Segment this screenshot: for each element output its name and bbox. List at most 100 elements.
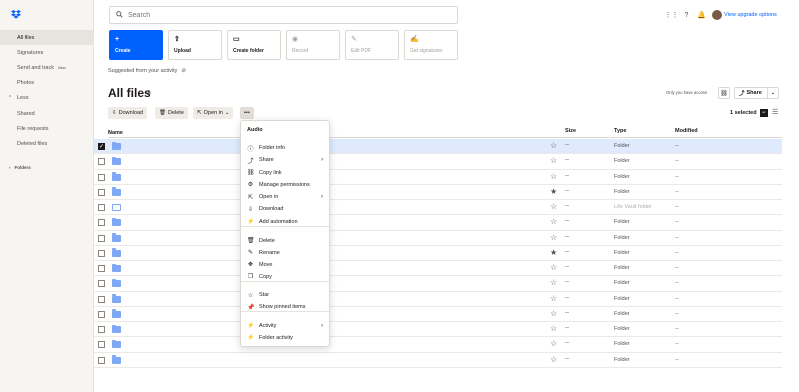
row-checkbox[interactable] (98, 234, 105, 242)
star-icon[interactable]: ☆ (550, 172, 557, 181)
table-row[interactable]: ☆ -- Folder -- (94, 307, 782, 322)
sidebar-item-all-files[interactable]: All files (0, 30, 94, 46)
table-row[interactable]: ☆ -- Folder -- (94, 276, 782, 292)
search-bar[interactable] (109, 6, 458, 24)
row-checkbox[interactable] (98, 204, 105, 211)
row-checkbox[interactable] (98, 158, 105, 166)
dropbox-logo-icon[interactable] (11, 10, 21, 19)
app-grid-icon[interactable]: ⋮⋮ (665, 11, 679, 20)
chevron-down-icon[interactable]: ⌄ (768, 90, 778, 96)
star-icon[interactable]: ☆ (550, 278, 557, 287)
sidebar-item-file-requests[interactable]: File requests (0, 121, 94, 136)
star-icon[interactable]: ☆ (550, 339, 557, 348)
menu-item-folder-activity[interactable]: ⚡ Folder activity (241, 332, 331, 343)
star-icon[interactable]: ☆ (550, 309, 557, 318)
search-input[interactable] (128, 11, 428, 19)
sidebar-item-signatures[interactable]: Signatures (0, 45, 94, 60)
share-main[interactable]: ⤴ Share (735, 88, 768, 98)
table-row[interactable]: ★ -- Folder -- (94, 246, 782, 261)
list-view-icon[interactable]: ☰ (772, 108, 778, 116)
menu-item-open-in[interactable]: ⇱ Open in › (241, 192, 331, 203)
suggested-toggle[interactable]: Suggested from your activity ⊘ (108, 68, 186, 74)
star-icon[interactable]: ☆ (550, 324, 557, 333)
download-button[interactable]: ⇩ Download (108, 107, 148, 119)
menu-item-download[interactable]: ⇩ Download (241, 204, 331, 215)
avatar[interactable] (712, 10, 722, 20)
sidebar-item-shared[interactable]: Shared (0, 106, 94, 121)
row-checkbox[interactable] (98, 356, 105, 364)
table-row[interactable]: ☆ -- Folder -- (94, 353, 782, 368)
star-icon[interactable]: ☆ (550, 294, 557, 303)
eye-slash-icon[interactable]: ⊘ (181, 68, 186, 74)
deselect-button[interactable]: − (759, 109, 768, 117)
star-icon[interactable]: ☆ (550, 263, 557, 272)
row-checkbox[interactable] (98, 265, 105, 272)
create-folder-tile[interactable]: ▭ Create folder (227, 30, 281, 60)
star-icon[interactable]: ★ (550, 248, 557, 257)
star-icon[interactable]: ☆ (550, 355, 557, 364)
delete-button[interactable]: 🗑 Delete (155, 107, 188, 119)
row-checkbox[interactable] (98, 249, 105, 257)
menu-item-copy-link[interactable]: ⛓ Copy link (241, 167, 331, 178)
table-row[interactable]: ☆ -- Folder -- (94, 154, 782, 170)
copy-link-button[interactable]: ⛓ (718, 87, 730, 99)
row-checkbox[interactable] (98, 173, 105, 181)
menu-item-star[interactable]: ☆ Star (241, 290, 331, 301)
table-row[interactable]: ☆ -- Folder -- (94, 322, 782, 338)
menu-item-manage-permissions[interactable]: ⚙ Manage permissions (241, 179, 331, 190)
star-icon[interactable]: ☆ (550, 156, 557, 165)
sidebar-item-less[interactable]: ^ Less (0, 91, 94, 106)
table-row[interactable]: ☆ -- Folder -- (94, 231, 782, 246)
get-signatures-tile[interactable]: ✍ Get signatures (404, 30, 458, 60)
row-modified: -- (675, 280, 679, 287)
table-row[interactable]: ✓ ☆ -- Folder -- (94, 139, 782, 155)
row-checkbox[interactable] (98, 219, 105, 227)
table-row[interactable]: ★ -- Folder -- (94, 185, 782, 200)
record-tile[interactable]: ◉ Record (286, 30, 340, 60)
menu-item-move[interactable]: ✥ Move (241, 259, 331, 270)
table-row[interactable]: ☆ -- Life Vault folder -- (94, 200, 782, 216)
star-icon[interactable]: ☆ (550, 141, 557, 150)
upload-tile[interactable]: ⇧ Upload (168, 30, 222, 60)
more-actions-button[interactable]: ••• (240, 107, 254, 119)
sidebar-item-send-and-track[interactable]: Send and track New (0, 60, 94, 75)
context-menu: Audio ⓘ Folder info ⤴ Share › ⛓ Copy link ⚙ Mana… (240, 120, 331, 347)
row-checkbox[interactable]: ✓ (98, 143, 105, 150)
table-row[interactable]: ☆ -- Folder -- (94, 292, 782, 307)
create-tile[interactable]: + Create (109, 30, 163, 60)
menu-item-activity[interactable]: ⚡ Activity › (241, 320, 331, 331)
star-icon[interactable]: ☆ (550, 233, 557, 242)
share-button[interactable]: ⤴ Share ⌄ (734, 87, 779, 99)
row-checkbox[interactable] (98, 295, 105, 303)
row-checkbox[interactable] (98, 326, 105, 333)
menu-item-rename[interactable]: ✎ Rename (241, 247, 331, 258)
row-checkbox[interactable] (98, 341, 105, 349)
star-icon[interactable]: ☆ (550, 217, 557, 226)
open-in-button[interactable]: ⇱ Open in ⌄ (193, 107, 234, 119)
sidebar-item-photos[interactable]: Photos (0, 76, 94, 91)
folders-section-toggle[interactable]: › Folders (9, 165, 31, 170)
table-row[interactable]: ☆ -- Folder -- (94, 215, 782, 231)
upgrade-link[interactable]: View upgrade options (724, 12, 777, 18)
menu-item-folder-info[interactable]: ⓘ Folder info (241, 143, 331, 154)
table-row[interactable]: ☆ -- Folder -- (94, 261, 782, 277)
row-checkbox[interactable] (98, 280, 105, 288)
row-type: Folder (614, 310, 630, 317)
column-size-header[interactable]: Size (565, 128, 576, 134)
help-icon[interactable]: ? (682, 11, 691, 20)
column-type-header[interactable]: Type (614, 128, 626, 134)
menu-item-delete[interactable]: 🗑 Delete (241, 235, 331, 246)
table-row[interactable]: ☆ -- Folder -- (94, 337, 782, 353)
row-checkbox[interactable] (98, 188, 105, 196)
gear-icon[interactable]: ⚙ (145, 89, 151, 97)
star-icon[interactable]: ☆ (550, 202, 557, 211)
table-row[interactable]: ☆ -- Folder -- (94, 170, 782, 185)
star-icon[interactable]: ★ (550, 187, 557, 196)
folder-activity-icon: ⚡ (247, 335, 255, 341)
column-modified-header[interactable]: Modified (675, 128, 698, 134)
edit-pdf-tile[interactable]: ✎ Edit PDF (345, 30, 399, 60)
sidebar-item-deleted-files[interactable]: Deleted files (0, 136, 94, 151)
menu-item-share[interactable]: ⤴ Share › (241, 155, 331, 166)
row-checkbox[interactable] (98, 310, 105, 318)
bell-icon[interactable]: 🔔 (697, 11, 706, 20)
